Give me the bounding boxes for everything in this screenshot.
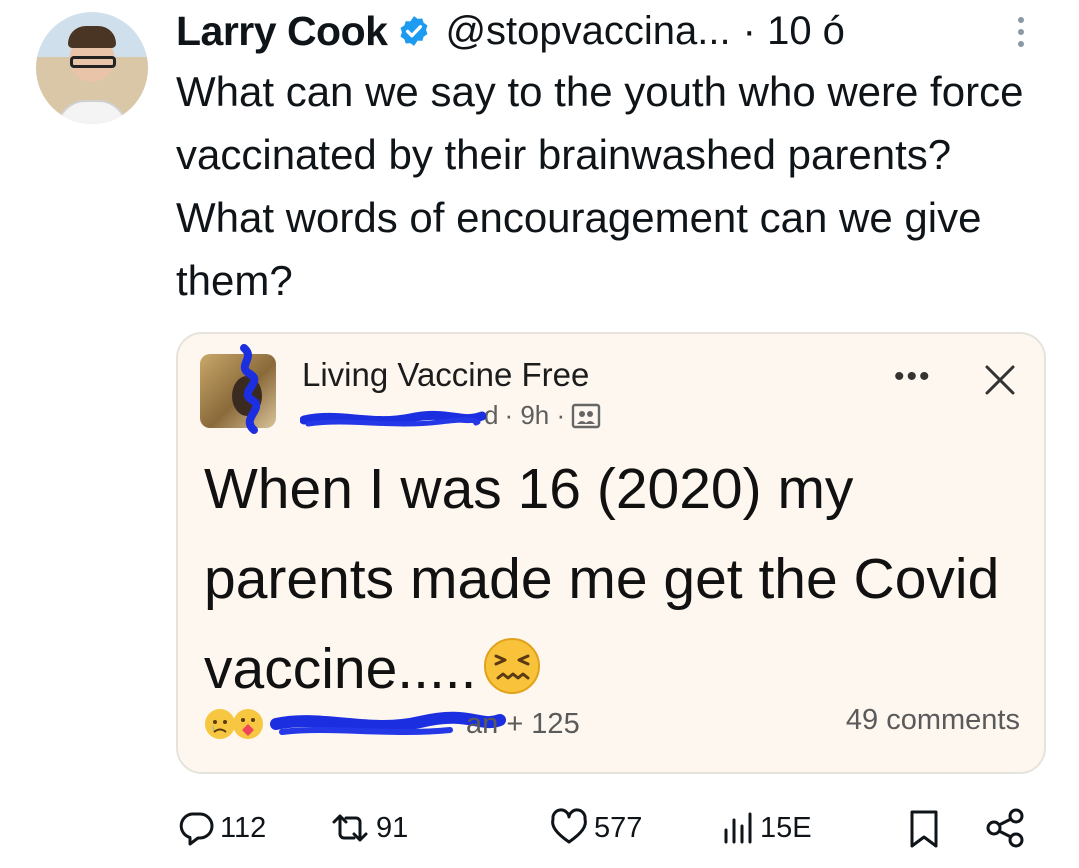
post-body: When I was 16 (2020) my parents made me … — [204, 444, 1024, 714]
avatar-glasses — [70, 56, 116, 68]
author-name-suffix: d — [484, 400, 499, 430]
avatar-shirt — [56, 100, 128, 124]
more-horizontal-icon[interactable]: ••• — [894, 360, 932, 394]
like-button[interactable]: 577 — [548, 800, 642, 856]
post-time: · 9h · — [504, 400, 566, 430]
repost-button[interactable]: 91 — [328, 800, 408, 856]
comments-count[interactable]: 49 comments — [846, 704, 1020, 737]
author-name[interactable]: Larry Cook — [176, 8, 388, 55]
reply-button[interactable]: 112 — [176, 800, 266, 856]
reply-icon — [179, 812, 214, 846]
reaction-count: an + 125 — [466, 707, 580, 740]
avatar-hair — [68, 26, 116, 48]
reply-count: 112 — [220, 811, 267, 844]
redacted-author — [300, 402, 486, 430]
author-handle[interactable]: @stopvaccina... — [445, 9, 730, 54]
tweet-time[interactable]: · 10 ó — [743, 9, 845, 54]
embedded-post-image[interactable]: Living Vaccine Free d · 9h · ••• When I … — [176, 332, 1046, 774]
care-emoji-icon — [233, 709, 263, 739]
author-avatar[interactable] — [36, 12, 148, 124]
like-count: 577 — [594, 811, 643, 844]
tweet-action-bar: 112 91 577 15E — [176, 800, 1036, 856]
post-body-text: When I was 16 (2020) my parents made me … — [204, 457, 1000, 701]
views-count: 15E — [760, 811, 812, 844]
views-icon — [724, 812, 752, 844]
tweet-header: Larry Cook @stopvaccina... · 10 ó — [176, 6, 845, 56]
repost-count: 91 — [376, 811, 409, 844]
group-name: Living Vaccine Free — [302, 356, 590, 393]
confounded-emoji-icon — [484, 638, 541, 694]
verified-badge-icon — [400, 16, 428, 46]
repost-icon — [332, 814, 368, 842]
post-meta: d · 9h · — [300, 400, 601, 431]
group-icon — [571, 403, 601, 428]
views-button[interactable]: 15E — [720, 800, 812, 856]
bookmark-icon[interactable] — [904, 800, 944, 856]
close-icon[interactable] — [982, 362, 1018, 398]
like-icon — [551, 808, 587, 844]
tweet-text: What can we say to the youth who were fo… — [176, 68, 1024, 304]
avatar-redaction-scribble — [240, 344, 260, 434]
share-icon[interactable] — [984, 800, 1026, 856]
reactions-row[interactable]: an + 125 — [204, 706, 580, 742]
more-vertical-icon[interactable] — [1014, 14, 1028, 50]
